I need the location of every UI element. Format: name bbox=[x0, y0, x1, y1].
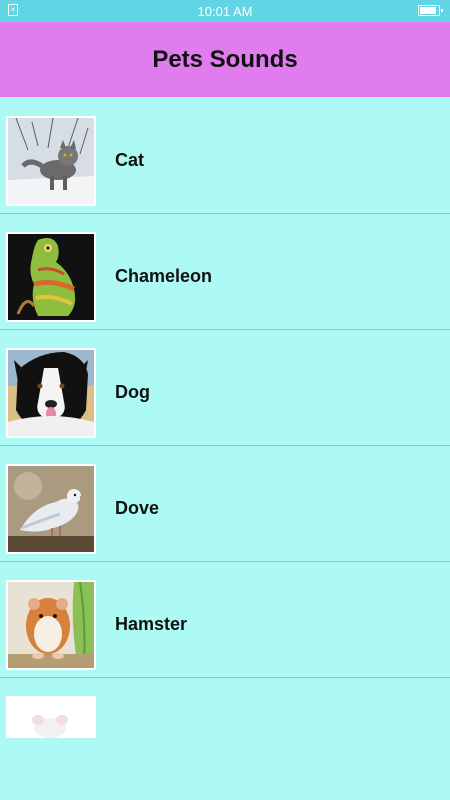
battery-tip bbox=[441, 9, 443, 12]
pet-row-dove[interactable]: Dove bbox=[0, 446, 450, 562]
status-bar: × 10:01 AM bbox=[0, 0, 450, 22]
hamster-photo bbox=[8, 582, 94, 668]
mouse-thumbnail bbox=[6, 696, 96, 738]
chameleon-thumbnail bbox=[6, 232, 96, 322]
battery-icon bbox=[418, 5, 443, 16]
dog-thumbnail bbox=[6, 348, 96, 438]
mouse-photo bbox=[8, 698, 94, 738]
pet-row-cat[interactable]: Cat bbox=[0, 98, 450, 214]
pet-name: Dog bbox=[115, 382, 150, 402]
pet-name: Hamster bbox=[115, 614, 188, 634]
cat-thumbnail bbox=[6, 116, 96, 206]
hamster-thumbnail bbox=[6, 580, 96, 670]
battery-level bbox=[420, 7, 436, 14]
pet-row-chameleon[interactable]: Chameleon bbox=[0, 214, 450, 330]
page-title: Pets Sounds bbox=[152, 45, 298, 73]
dove-thumbnail bbox=[6, 464, 96, 554]
pet-name: Cat bbox=[115, 150, 145, 170]
dog-photo bbox=[8, 350, 94, 436]
app-header: Pets Sounds bbox=[0, 22, 450, 97]
pets-list: Cat Chameleon Dog Dove Hamster bbox=[0, 98, 450, 738]
dove-photo bbox=[8, 466, 94, 552]
pet-row-hamster[interactable]: Hamster bbox=[0, 562, 450, 678]
status-time: 10:01 AM bbox=[197, 4, 253, 19]
pet-row-dog[interactable]: Dog bbox=[0, 330, 450, 446]
pet-row-mouse[interactable] bbox=[0, 678, 450, 738]
cat-photo bbox=[8, 118, 94, 204]
pet-name: Dove bbox=[115, 498, 160, 518]
chameleon-photo bbox=[8, 234, 94, 320]
pet-name: Chameleon bbox=[115, 266, 213, 286]
